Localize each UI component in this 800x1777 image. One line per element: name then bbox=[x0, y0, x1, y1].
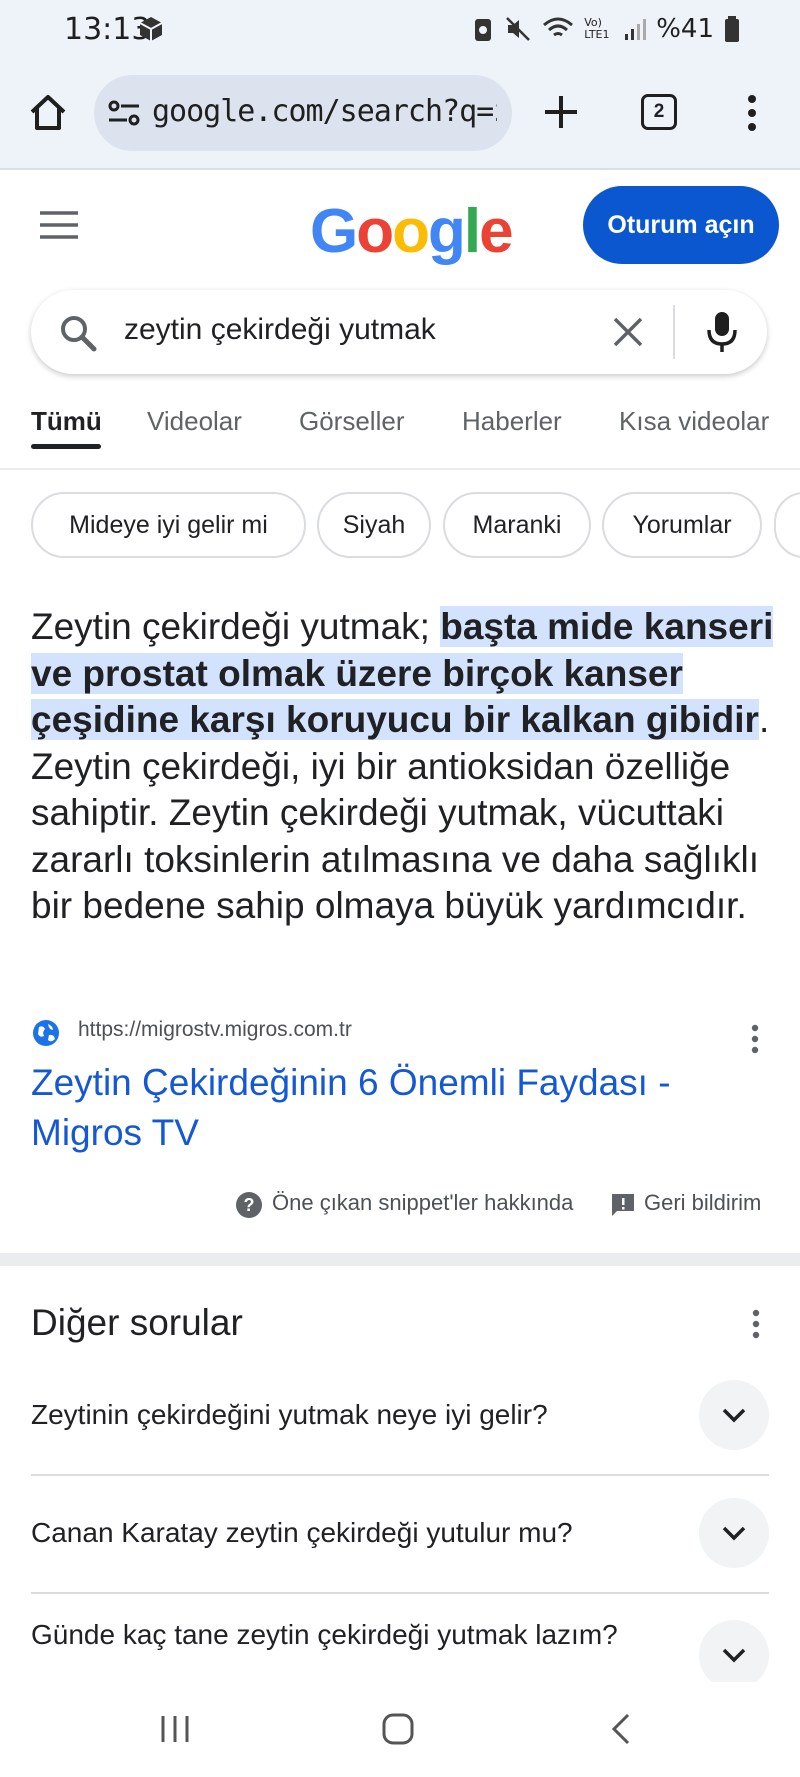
logo-letter: l bbox=[463, 197, 481, 266]
expand-chevron-icon[interactable] bbox=[699, 1380, 769, 1450]
chip-mideye[interactable]: Mideye iyi gelir mi bbox=[31, 492, 306, 558]
chip-siyah[interactable]: Siyah bbox=[317, 492, 431, 558]
question-divider bbox=[31, 1592, 769, 1594]
tab-news[interactable]: Haberler bbox=[462, 406, 562, 437]
google-logo[interactable]: Google bbox=[310, 196, 514, 267]
help-icon[interactable]: ? bbox=[235, 1191, 263, 1224]
snippet-lead: Zeytin çekirdeği yutmak; bbox=[31, 606, 441, 647]
recent-apps-icon[interactable] bbox=[160, 1714, 190, 1749]
search-divider bbox=[673, 305, 675, 359]
logo-letter: o bbox=[392, 197, 430, 266]
tab-images[interactable]: Görseller bbox=[299, 406, 404, 437]
result-title-link[interactable]: Zeytin Çekirdeğinin 6 Önemli Faydası - M… bbox=[31, 1058, 751, 1158]
chip-more[interactable] bbox=[774, 492, 800, 558]
globe-icon bbox=[31, 1018, 61, 1053]
notification-box-icon bbox=[138, 15, 164, 48]
url-text[interactable]: google.com/search?q=zey bbox=[152, 94, 497, 129]
tab-short-videos[interactable]: Kısa videolar bbox=[619, 406, 769, 437]
home-button-icon[interactable] bbox=[382, 1713, 414, 1750]
back-icon[interactable] bbox=[610, 1713, 632, 1750]
search-input[interactable]: zeytin çekirdeği yutmak bbox=[124, 313, 436, 347]
signal-icon bbox=[625, 19, 647, 40]
clear-icon[interactable] bbox=[612, 316, 644, 353]
feedback-icon[interactable] bbox=[610, 1192, 636, 1223]
tab-videos[interactable]: Videolar bbox=[147, 406, 242, 437]
question-item[interactable]: Canan Karatay zeytin çekirdeği yutulur m… bbox=[31, 1514, 671, 1552]
battery-icon bbox=[725, 16, 739, 42]
site-settings-icon[interactable] bbox=[107, 98, 141, 133]
network-label: Vo) LTE1 bbox=[584, 16, 610, 41]
battery-percent: %41 bbox=[656, 14, 714, 44]
hamburger-menu-icon[interactable] bbox=[40, 210, 78, 245]
chip-maranki[interactable]: Maranki bbox=[443, 492, 591, 558]
other-questions-menu-icon[interactable] bbox=[752, 1309, 760, 1344]
active-tab-indicator bbox=[31, 444, 101, 449]
expand-chevron-icon[interactable] bbox=[699, 1498, 769, 1568]
logo-letter: e bbox=[479, 197, 514, 266]
source-url[interactable]: https://migrostv.migros.com.tr bbox=[78, 1018, 352, 1042]
chip-yorumlar[interactable]: Yorumlar bbox=[602, 492, 762, 558]
other-questions-title: Diğer sorular bbox=[31, 1302, 243, 1343]
logo-letter: G bbox=[310, 197, 358, 266]
search-icon[interactable] bbox=[58, 313, 98, 358]
featured-snippet-text: Zeytin çekirdeği yutmak; başta mide kans… bbox=[31, 604, 776, 930]
signin-button[interactable]: Oturum açın bbox=[583, 186, 779, 264]
status-icons: Vo) LTE1 %41 bbox=[472, 12, 740, 46]
wifi-icon bbox=[543, 17, 574, 37]
section-separator bbox=[0, 1253, 800, 1266]
alarm-icon bbox=[475, 19, 492, 41]
question-divider bbox=[31, 1474, 769, 1476]
tab-all[interactable]: Tümü bbox=[31, 406, 102, 437]
microphone-icon[interactable] bbox=[706, 310, 738, 359]
new-tab-icon[interactable] bbox=[542, 93, 580, 136]
question-item[interactable]: Zeytinin çekirdeğini yutmak neye iyi gel… bbox=[31, 1396, 671, 1434]
question-item[interactable]: Günde kaç tane zeytin çekirdeği yutmak l… bbox=[31, 1616, 671, 1682]
tab-count: 2 bbox=[653, 101, 665, 122]
home-icon[interactable] bbox=[28, 92, 68, 137]
svg-text:?: ? bbox=[244, 1195, 255, 1215]
logo-letter: o bbox=[356, 197, 394, 266]
about-snippets-link[interactable]: Öne çıkan snippet'ler hakkında bbox=[272, 1190, 573, 1216]
result-menu-icon[interactable] bbox=[751, 1024, 759, 1059]
tab-switcher-button[interactable]: 2 bbox=[641, 94, 677, 130]
more-menu-icon[interactable] bbox=[747, 94, 757, 137]
logo-letter: g bbox=[427, 197, 466, 266]
feedback-link[interactable]: Geri bildirim bbox=[644, 1190, 761, 1216]
mute-icon bbox=[506, 17, 531, 41]
expand-chevron-icon[interactable] bbox=[699, 1620, 769, 1690]
